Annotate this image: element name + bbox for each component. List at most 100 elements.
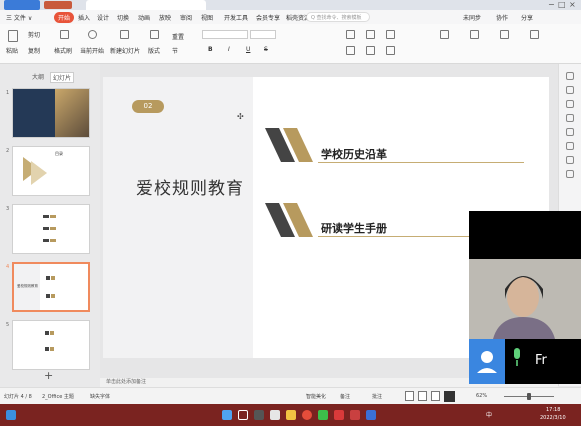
bold-button[interactable]: B [208, 46, 213, 53]
zoom-slider-handle[interactable] [527, 393, 531, 400]
menu-review[interactable]: 审阅 [180, 13, 192, 22]
collab-button[interactable]: 协作 [496, 13, 508, 22]
folder-icon[interactable] [286, 410, 296, 420]
strike-button[interactable]: S [264, 46, 268, 53]
align-left-icon[interactable] [346, 46, 355, 55]
close-icon[interactable]: × [569, 0, 576, 9]
slide-title[interactable]: 爱校规则教育 [136, 174, 244, 199]
select-icon[interactable] [566, 86, 574, 94]
menu-dev-tools[interactable]: 开发工具 [224, 13, 248, 22]
italic-button[interactable]: I [228, 46, 230, 53]
minimize-icon[interactable]: − [548, 0, 555, 9]
wps-icon[interactable] [334, 410, 344, 420]
properties-icon[interactable] [566, 128, 574, 136]
menu-insert[interactable]: 插入 [78, 13, 90, 22]
input-language[interactable]: 中 [486, 410, 492, 419]
paste-icon[interactable] [8, 30, 18, 42]
sync-status[interactable]: 未同步 [463, 13, 481, 22]
search-icon[interactable] [238, 410, 248, 420]
slide-thumbnail-2[interactable]: 目录 [12, 146, 90, 196]
slide-item-2[interactable]: 研读学生手册 [321, 220, 387, 236]
reset-button[interactable]: 重置 [172, 32, 184, 41]
menu-start[interactable]: 开始 [54, 12, 75, 23]
textbox-icon[interactable] [440, 30, 449, 39]
find-icon[interactable] [530, 30, 539, 39]
play-from-current-icon[interactable] [88, 30, 97, 39]
normal-view-icon[interactable] [405, 391, 414, 401]
animation-icon[interactable] [566, 100, 574, 108]
zoom-level: 62% [476, 393, 488, 399]
clock-date[interactable]: 2022/3/10 [540, 415, 566, 421]
slide-item-1[interactable]: 学校历史沿革 [321, 146, 387, 162]
webcam-feed [469, 259, 581, 339]
clock-time[interactable]: 17:18 [546, 407, 560, 413]
font-name-field[interactable] [202, 30, 248, 39]
chrome-icon[interactable] [302, 410, 312, 420]
task-view-icon[interactable] [254, 410, 264, 420]
missing-font-button[interactable]: 缺失字体 [90, 393, 110, 400]
tab-slides[interactable]: 幻灯片 [50, 72, 75, 83]
help-icon[interactable] [566, 170, 574, 178]
slide-thumbnail-1[interactable] [12, 88, 90, 138]
smart-beautify-button[interactable]: 智能美化 [306, 393, 326, 400]
layout-icon[interactable] [150, 30, 159, 39]
menu-member[interactable]: 会员专享 [256, 13, 280, 22]
underline-button[interactable]: U [246, 46, 250, 53]
microphone-icon[interactable] [512, 348, 522, 366]
comments-button[interactable]: 批注 [372, 393, 382, 400]
maximize-icon[interactable]: □ [558, 0, 566, 9]
font-size-field[interactable] [250, 30, 276, 39]
align-right-icon[interactable] [386, 46, 395, 55]
pin-icon[interactable] [566, 72, 574, 80]
menu-view[interactable]: 视图 [201, 13, 213, 22]
meeting-app-icon[interactable] [366, 410, 376, 420]
windows-taskbar: 中 17:18 2022/3/10 [0, 404, 581, 426]
slide-thumbnail-5[interactable] [12, 320, 90, 370]
thumb-image [55, 89, 89, 137]
start-menu-icon[interactable] [222, 410, 232, 420]
wps-presentation-icon[interactable] [350, 410, 360, 420]
item-2-underline [318, 236, 470, 237]
thumb-bars [46, 276, 55, 298]
tab-home[interactable] [4, 0, 40, 10]
menu-transition[interactable]: 切换 [117, 13, 129, 22]
tab-outline[interactable]: 大纲 [32, 72, 44, 81]
indent-icon[interactable] [386, 30, 395, 39]
arrange-icon[interactable] [500, 30, 509, 39]
sorter-view-icon[interactable] [418, 391, 427, 401]
wechat-icon[interactable] [318, 410, 328, 420]
bullets-icon[interactable] [346, 30, 355, 39]
menu-slideshow[interactable]: 放映 [159, 13, 171, 22]
menu-animation[interactable]: 动画 [138, 13, 150, 22]
layers-icon[interactable] [566, 114, 574, 122]
file-menu[interactable]: 三 文件 ∨ [6, 13, 32, 22]
reading-view-icon[interactable] [431, 391, 440, 401]
notes-button[interactable]: 备注 [340, 393, 350, 400]
shapes-icon[interactable] [470, 30, 479, 39]
avatar[interactable] [469, 339, 505, 384]
mouse-cursor-icon: ✣ [237, 112, 244, 121]
upload-icon[interactable] [566, 156, 574, 164]
slide-thumbnail-3[interactable] [12, 204, 90, 254]
file-explorer-icon[interactable] [270, 410, 280, 420]
item-2-parallelograms [265, 203, 313, 237]
copy-button[interactable]: 复制 [28, 46, 40, 55]
new-slide-icon[interactable] [120, 30, 129, 39]
tab-wps[interactable] [44, 1, 72, 9]
ribbon-toolbar: 粘贴 剪切 复制 格式刷 当前开始 新建幻灯片 版式 重置 节 B I U S [0, 24, 581, 64]
share-button[interactable]: 分享 [521, 13, 533, 22]
widgets-icon[interactable] [6, 410, 16, 420]
numbering-icon[interactable] [366, 30, 375, 39]
cut-button[interactable]: 剪切 [28, 30, 40, 39]
search-input[interactable]: Q 查找命令、搜索模板 [306, 12, 370, 22]
slide-thumbnail-4-selected[interactable]: 爱校规则教育 [12, 262, 90, 312]
slideshow-play-icon[interactable] [444, 391, 455, 402]
section-button[interactable]: 节 [172, 46, 178, 55]
align-center-icon[interactable] [366, 46, 375, 55]
add-slide-icon[interactable]: + [44, 369, 53, 382]
settings-icon[interactable] [566, 142, 574, 150]
menu-design[interactable]: 设计 [97, 13, 109, 22]
format-painter-icon[interactable] [60, 30, 69, 39]
tab-active-document[interactable] [86, 0, 206, 10]
thumb-bars [45, 331, 54, 351]
